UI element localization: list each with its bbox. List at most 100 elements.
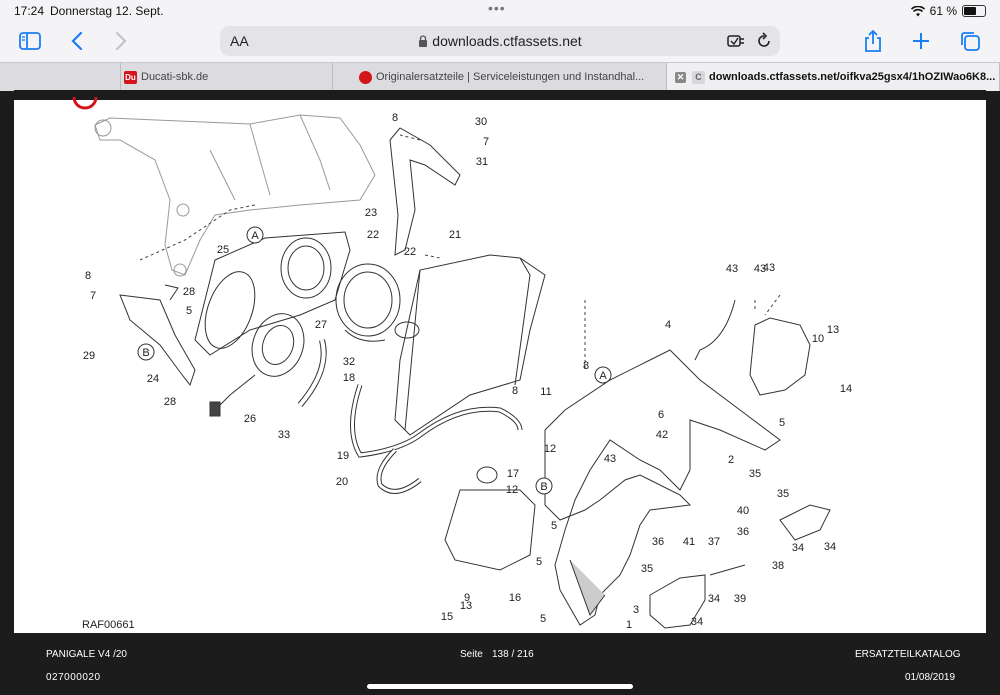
- callout-number: 35: [749, 468, 761, 480]
- callout-number: 32: [343, 356, 355, 368]
- address-bar[interactable]: AA downloads.ctfassets.net: [220, 26, 780, 56]
- callout-number: 28: [183, 286, 195, 298]
- reload-icon[interactable]: [754, 31, 774, 51]
- callout-number: 20: [336, 476, 348, 488]
- status-right: 61 %: [910, 4, 986, 18]
- callout-number: 4: [665, 319, 671, 331]
- tab-overview-button[interactable]: [957, 28, 983, 54]
- ducati-shield-favicon-icon: [359, 70, 372, 84]
- lock-icon: [419, 35, 428, 47]
- reference-letter: A: [599, 370, 607, 382]
- share-icon: [865, 30, 881, 52]
- callout-number: 30: [475, 116, 487, 128]
- callout-number: 39: [734, 593, 746, 605]
- callout-number: 34: [824, 541, 836, 553]
- sidebar-icon: [19, 32, 41, 50]
- generic-favicon-icon: C: [692, 70, 705, 84]
- footer-model: PANIGALE V4 /20: [46, 649, 127, 660]
- callout-number: 14: [840, 383, 852, 395]
- callout-number: 34: [691, 616, 703, 628]
- battery-icon: [962, 5, 986, 17]
- back-button[interactable]: [64, 28, 90, 54]
- callout-number: 36: [652, 536, 664, 548]
- callout-number: 5: [186, 305, 192, 317]
- home-indicator[interactable]: [367, 684, 633, 689]
- callout-number: 22: [404, 246, 416, 258]
- callout-number: 25: [217, 244, 229, 256]
- footer-code: 027000020: [46, 672, 101, 683]
- callout-number: 1: [626, 619, 632, 631]
- callout-number: 13: [827, 324, 839, 336]
- chevron-left-icon: [71, 32, 83, 50]
- callout-number: 19: [337, 450, 349, 462]
- callout-number: 35: [641, 563, 653, 575]
- tab-label: Ducati-sbk.de: [141, 71, 209, 83]
- callout-number: 43: [726, 263, 738, 275]
- battery-percent: 61 %: [929, 4, 957, 18]
- callout-number: 38: [772, 560, 784, 572]
- diagram-reference: RAF00661: [82, 619, 135, 631]
- safari-toolbar: AA downloads.ctfassets.net: [0, 20, 1000, 62]
- tab-ducati-sbk[interactable]: Du Ducati-sbk.de: [120, 63, 333, 91]
- callout-number: 29: [83, 350, 95, 362]
- footer-catalog: ERSATZTEILKATALOG: [855, 649, 961, 660]
- plus-icon: [913, 33, 929, 49]
- callout-number: 18: [343, 372, 355, 384]
- forward-button[interactable]: [108, 28, 134, 54]
- new-tab-button[interactable]: [908, 28, 934, 54]
- sidebar-button[interactable]: [17, 28, 43, 54]
- callout-number: 34: [792, 542, 804, 554]
- ducati-favicon-icon: Du: [124, 70, 137, 84]
- callout-number: 24: [147, 373, 159, 385]
- callout-number: 42: [656, 429, 668, 441]
- tab-label: Originalersatzteile | Serviceleistungen …: [376, 71, 645, 83]
- callout-number: 21: [449, 229, 461, 241]
- callout-number: 5: [536, 556, 542, 568]
- tab-label: downloads.ctfassets.net/oifkva25gsx4/1hO…: [709, 71, 996, 83]
- status-bar: 17:24 Donnerstag 12. Sept. ••• 61 %: [0, 0, 1000, 20]
- wifi-icon: [910, 5, 925, 16]
- callout-number: 11: [540, 386, 551, 398]
- footer-page-label: Seite: [460, 649, 483, 660]
- share-button[interactable]: [860, 28, 886, 54]
- callout-number: 27: [315, 319, 327, 331]
- tab-originalersatzteile[interactable]: Originalersatzteile | Serviceleistungen …: [333, 63, 667, 91]
- close-tab-icon[interactable]: ✕: [675, 71, 686, 83]
- callout-number: 43: [604, 453, 616, 465]
- callout-number: 13: [460, 600, 472, 612]
- tab-bar: Du Ducati-sbk.de Originalersatzteile | S…: [0, 62, 1000, 91]
- footer-date: 01/08/2019: [905, 672, 956, 683]
- status-time: 17:24: [14, 4, 45, 18]
- callout-number: 34: [708, 593, 720, 605]
- reference-letter: B: [540, 481, 547, 493]
- callout-number: 7: [483, 136, 489, 148]
- callout-number: 36: [737, 526, 749, 538]
- pdf-page[interactable]: 1 2 3 4 5 5 5 5 5 6 7 7 8 8 8 8 9 10 11 12 12 13 13 14 15 16 17 18 1…: [14, 90, 986, 633]
- multitasking-dots[interactable]: •••: [488, 0, 506, 16]
- status-date: Donnerstag 12. Sept.: [50, 4, 164, 18]
- callout-number: 7: [90, 290, 96, 302]
- callout-number: 5: [540, 613, 546, 625]
- callout-number: 33: [278, 429, 290, 441]
- callout-number: 12: [506, 484, 518, 496]
- chevron-right-icon: [115, 32, 127, 50]
- callout-number: 41: [683, 536, 695, 548]
- reader-extension-icon[interactable]: [726, 31, 746, 51]
- callout-labels: 1234555556778888910111212131314151617181…: [83, 112, 852, 631]
- url-label: downloads.ctfassets.net: [432, 33, 582, 49]
- callout-number: 5: [779, 417, 785, 429]
- tab-ctfassets[interactable]: ✕ C downloads.ctfassets.net/oifkva25gsx4…: [667, 63, 1000, 91]
- callout-number: 22: [367, 229, 379, 241]
- callout-number: 8: [583, 360, 589, 372]
- footer-page: 138 / 216: [492, 649, 534, 660]
- callout-number: 16: [509, 592, 521, 604]
- callout-number: 8: [512, 385, 518, 397]
- callout-number: 8: [85, 270, 91, 282]
- callout-number: 43: [754, 263, 766, 275]
- callout-number: 26: [244, 413, 256, 425]
- callout-number: 28: [164, 396, 176, 408]
- callout-number: 35: [777, 488, 789, 500]
- callout-number: 31: [476, 156, 488, 168]
- tab-spacer: [0, 63, 121, 91]
- callout-number: 8: [392, 112, 398, 124]
